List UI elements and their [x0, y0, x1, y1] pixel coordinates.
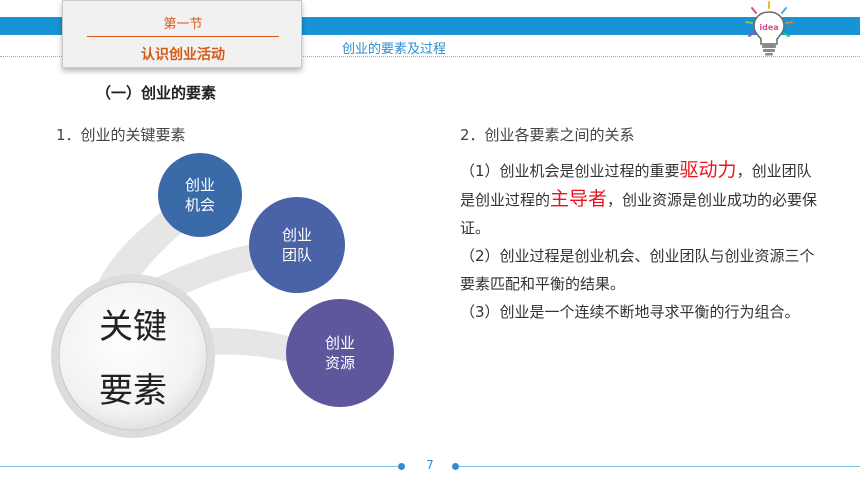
relationship-title: 2．创业各要素之间的关系 [460, 126, 635, 144]
section-name: 认识创业活动 [141, 47, 225, 63]
node-resources-line2: 资源 [325, 354, 355, 372]
node-opportunity-line1: 创业 [185, 176, 215, 194]
node-opportunity-line2: 机会 [185, 196, 215, 214]
p1-highlight-leader: 主导者 [550, 188, 608, 210]
footer-rule-right [458, 466, 860, 467]
node-team-line1: 创业 [282, 226, 312, 244]
center-label-line2: 要素 [99, 371, 167, 411]
footer-dot-right [452, 463, 459, 470]
node-opportunity [158, 153, 242, 237]
paragraph-1: （1）创业机会是创业过程的重要驱动力，创业团队是创业过程的主导者，创业资源是创业… [460, 156, 820, 242]
section-divider [87, 36, 279, 37]
relationship-body: （1）创业机会是创业过程的重要驱动力，创业团队是创业过程的主导者，创业资源是创业… [460, 156, 820, 326]
section-number: 第一节 [163, 17, 203, 32]
paragraph-3: （3）创业是一个连续不断地寻求平衡的行为组合。 [460, 303, 800, 321]
paragraph-2: （2）创业过程是创业机会、创业团队与创业资源三个要素匹配和平衡的结果。 [460, 247, 815, 293]
lightbulb-icon: idea [745, 1, 793, 56]
page-number: 7 [426, 458, 434, 472]
key-elements-diagram: 关键 要素 创业 机会 创业 团队 创业 资源 [51, 153, 394, 438]
part-heading: （一）创业的要素 [96, 84, 217, 102]
bulb-badge-text: idea [759, 23, 778, 32]
node-resources-line1: 创业 [325, 334, 355, 352]
p1-text-a: （1）创业机会是创业过程的重要 [460, 162, 680, 180]
footer-rule-left [0, 466, 400, 467]
node-resources [286, 299, 394, 407]
footer-dot-left [398, 463, 405, 470]
section-label-card: 第一节 认识创业活动 [62, 0, 302, 68]
node-team [249, 197, 345, 293]
p1-highlight-driving-force: 驱动力 [679, 159, 737, 181]
center-label-line1: 关键 [99, 307, 167, 347]
node-team-line2: 团队 [282, 246, 312, 264]
slide-subtitle: 创业的要素及过程 [342, 42, 447, 57]
